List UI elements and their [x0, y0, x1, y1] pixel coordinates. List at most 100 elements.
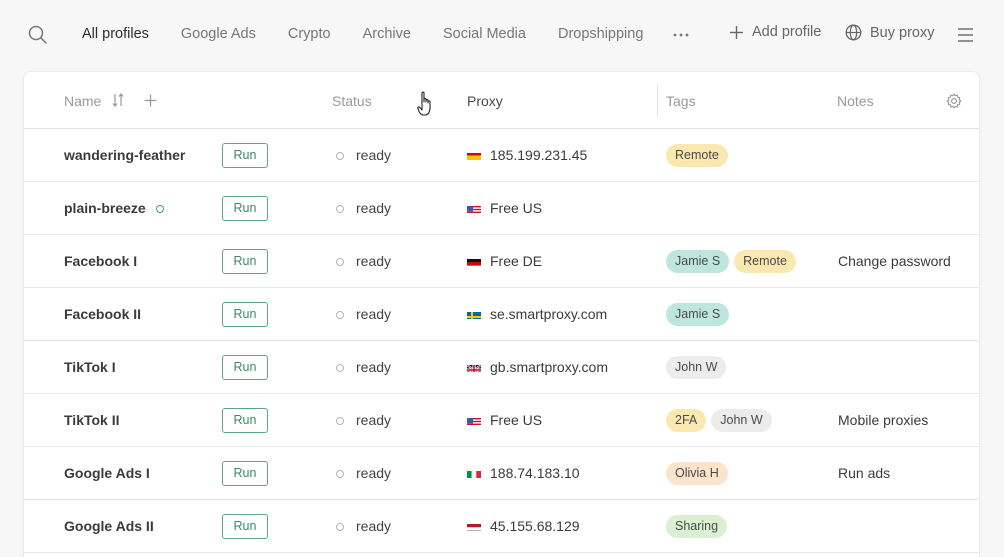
run-button[interactable]: Run — [222, 302, 268, 327]
table-row[interactable]: wandering-feather Run ready 185.199.231.45 R… — [24, 129, 979, 182]
status-text: ready — [356, 147, 392, 163]
tags-cell[interactable]: Remote — [666, 144, 728, 167]
flag-se-icon — [467, 309, 481, 319]
table-row[interactable]: Google Ads II Run ready 45.155.68.129 Sharin… — [24, 500, 979, 553]
proxy-value[interactable]: gb.smartproxy.com — [490, 358, 608, 376]
proxy-value[interactable]: Free US — [490, 411, 542, 429]
flag-nl-icon — [467, 521, 481, 531]
add-profile-button[interactable]: Add profile — [729, 24, 821, 40]
table-row[interactable]: plain-breeze Run ready Free US — [24, 182, 979, 235]
tag-badge[interactable]: 2FA — [666, 409, 707, 432]
table-row[interactable]: TikTok II Run ready Free US 2FA John W Mobile … — [24, 394, 979, 447]
proxy-value[interactable]: 185.199.231.45 — [490, 146, 587, 164]
tags-cell[interactable]: Jamie S Remote — [666, 250, 796, 273]
flag-us-icon — [467, 203, 481, 213]
run-button[interactable]: Run — [222, 249, 268, 274]
search-icon[interactable] — [28, 25, 48, 45]
note-text[interactable]: Mobile proxies — [838, 411, 928, 429]
tag-badge[interactable]: John W — [711, 409, 772, 432]
tag-badge[interactable]: Jamie S — [666, 250, 730, 273]
tab-google-ads[interactable]: Google Ads — [181, 24, 256, 44]
tags-cell[interactable]: Jamie S — [666, 303, 730, 326]
status-text: ready — [356, 306, 392, 322]
tag-badge[interactable]: Jamie S — [666, 303, 730, 326]
profile-folder-tabs: All profiles Google Ads Crypto Archive S… — [82, 24, 675, 44]
add-profile-label: Add profile — [752, 24, 822, 40]
tag-badge[interactable]: Remote — [734, 250, 796, 273]
column-header-name[interactable]: Name — [64, 92, 101, 110]
tab-crypto[interactable]: Crypto — [288, 24, 331, 44]
buy-proxy-label: Buy proxy — [870, 24, 935, 41]
flag-us-icon — [467, 415, 481, 425]
profile-name[interactable]: Facebook I — [64, 252, 137, 270]
run-button[interactable]: Run — [222, 408, 268, 433]
tag-badge[interactable]: Remote — [666, 144, 728, 167]
column-divider[interactable] — [657, 84, 658, 117]
status-text: ready — [356, 253, 392, 269]
tags-cell[interactable]: Sharing — [666, 515, 728, 538]
run-button[interactable]: Run — [222, 355, 268, 380]
tags-cell[interactable]: John W — [666, 356, 727, 379]
flag-de-icon — [467, 256, 481, 266]
status-dot-icon — [336, 152, 344, 160]
tag-badge[interactable]: Olivia H — [666, 462, 728, 485]
column-header-notes[interactable]: Notes — [837, 92, 874, 110]
column-header-status[interactable]: Status — [332, 92, 372, 110]
proxy-value[interactable]: 45.155.68.129 — [490, 517, 580, 535]
run-button[interactable]: Run — [222, 143, 268, 168]
ellipsis-icon[interactable] — [672, 32, 690, 38]
profile-name[interactable]: TikTok I — [64, 358, 116, 376]
profile-name[interactable]: Facebook II — [64, 305, 141, 323]
status-text: ready — [356, 200, 392, 216]
tab-dropshipping[interactable]: Dropshipping — [558, 24, 643, 44]
status-dot-icon — [336, 417, 344, 425]
status-text: ready — [356, 465, 392, 481]
column-header-tags[interactable]: Tags — [666, 92, 696, 110]
hand-pointer-cursor-icon — [417, 91, 431, 116]
tag-badge[interactable]: Sharing — [666, 515, 728, 538]
top-bar: All profiles Google Ads Crypto Archive S… — [0, 0, 1004, 68]
run-button[interactable]: Run — [222, 461, 268, 486]
status-text: ready — [356, 412, 392, 428]
profile-name[interactable]: Google Ads I — [64, 464, 150, 482]
tab-archive[interactable]: Archive — [363, 24, 411, 44]
tab-all-profiles[interactable]: All profiles — [82, 24, 149, 44]
proxy-value[interactable]: Free DE — [490, 252, 542, 270]
table-header: Name Status Proxy Tags Notes — [24, 72, 979, 129]
status-text: ready — [356, 359, 392, 375]
proxy-value[interactable]: Free US — [490, 199, 542, 217]
globe-icon — [845, 24, 862, 41]
tags-cell[interactable]: Olivia H — [666, 462, 728, 485]
proxy-value[interactable]: se.smartproxy.com — [490, 305, 607, 323]
proxy-value[interactable]: 188.74.183.10 — [490, 464, 580, 482]
note-text[interactable]: Run ads — [838, 464, 890, 482]
status-dot-icon — [336, 470, 344, 478]
table-row[interactable]: Facebook II Run ready se.smartproxy.com Jami… — [24, 288, 979, 341]
profile-name[interactable]: wandering-feather — [64, 146, 185, 164]
run-button[interactable]: Run — [222, 196, 268, 221]
buy-proxy-button[interactable]: Buy proxy — [845, 24, 934, 41]
flag-es-icon — [467, 150, 481, 160]
profiles-table: Name Status Proxy Tags Notes wandering-f… — [23, 71, 980, 557]
tags-cell[interactable]: 2FA John W — [666, 409, 772, 432]
gear-icon[interactable] — [946, 93, 962, 109]
table-row[interactable]: Google Ads I Run ready 188.74.183.10 Olivia … — [24, 447, 979, 500]
hamburger-menu-icon[interactable] — [957, 27, 974, 43]
sort-icon[interactable] — [112, 93, 124, 107]
flag-it-icon — [467, 468, 481, 478]
add-column-plus-icon[interactable] — [144, 94, 157, 107]
status-dot-icon — [336, 364, 344, 372]
profile-name[interactable]: TikTok II — [64, 411, 120, 429]
table-row[interactable]: Facebook I Run ready Free DE Jamie S Remote Ch… — [24, 235, 979, 288]
run-button[interactable]: Run — [222, 514, 268, 539]
table-row[interactable]: TikTok I Run ready gb.smartproxy.com John W — [24, 341, 979, 394]
tag-badge[interactable]: John W — [666, 356, 727, 379]
note-text[interactable]: Change password — [838, 252, 951, 270]
online-indicator-icon — [156, 205, 164, 213]
plus-icon — [730, 25, 743, 39]
flag-gb-icon — [467, 362, 481, 372]
column-header-proxy[interactable]: Proxy — [467, 92, 503, 110]
tab-social-media[interactable]: Social Media — [443, 24, 526, 44]
profile-name[interactable]: Google Ads II — [64, 517, 154, 535]
profile-name[interactable]: plain-breeze — [64, 199, 146, 217]
